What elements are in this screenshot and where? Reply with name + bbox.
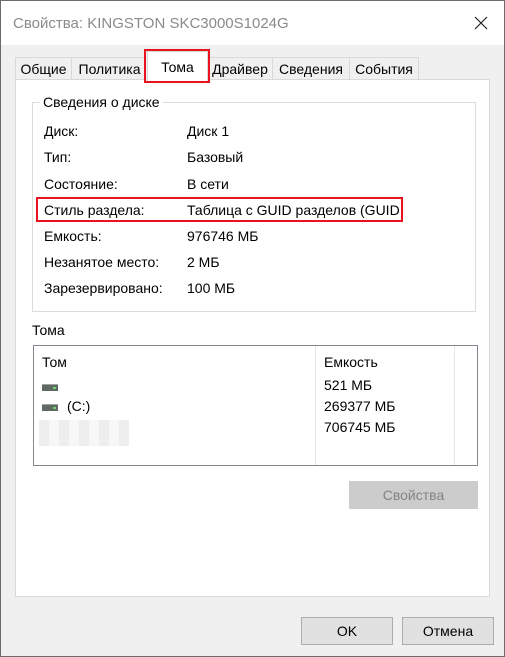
properties-dialog: Свойства: KINGSTON SKC3000S1024G Общие П… [0, 0, 505, 657]
volume-name: (C:) [67, 398, 91, 414]
partition-style-label: Стиль раздела: [44, 202, 145, 218]
type-label: Тип: [44, 149, 72, 165]
tab-details[interactable]: Сведения [272, 57, 350, 79]
capacity-value: 976746 МБ [187, 228, 259, 244]
blurred-volume-name [39, 420, 129, 446]
tab-general[interactable]: Общие [15, 57, 72, 79]
tab-label: Политика [78, 60, 141, 77]
window-title: Свойства: KINGSTON SKC3000S1024G [13, 15, 289, 32]
tab-driver[interactable]: Драйвер [207, 57, 273, 79]
column-header-volume[interactable]: Том [42, 354, 67, 370]
tab-panel-volumes: Сведения о диске Диск: Диск 1 Тип: Базов… [15, 79, 490, 597]
close-button[interactable] [458, 1, 504, 45]
disk-icon [42, 384, 58, 391]
tab-label: События [355, 60, 413, 77]
partition-style-value: Таблица с GUID разделов (GUID [187, 202, 400, 218]
tab-volumes[interactable]: Тома [147, 51, 208, 82]
volume-properties-button[interactable]: Свойства [349, 481, 478, 509]
tab-policy[interactable]: Политика [71, 57, 148, 79]
tab-label: Тома [161, 59, 194, 75]
ok-button[interactable]: OK [301, 617, 393, 645]
tab-label: Драйвер [212, 60, 268, 77]
tab-label: Общие [20, 60, 67, 77]
title-bar: Свойства: KINGSTON SKC3000S1024G [1, 1, 504, 45]
status-label: Состояние: [44, 176, 118, 192]
status-value: В сети [187, 176, 229, 192]
disk-info-title: Сведения о диске [40, 94, 163, 110]
column-divider [454, 346, 455, 465]
column-divider [315, 346, 316, 465]
disk-value: Диск 1 [187, 123, 230, 139]
unallocated-value: 2 МБ [187, 254, 220, 270]
disk-label: Диск: [44, 123, 79, 139]
cancel-button[interactable]: Отмена [402, 617, 494, 645]
tab-events[interactable]: События [349, 57, 419, 79]
column-header-capacity[interactable]: Емкость [324, 354, 378, 370]
reserved-value: 100 МБ [187, 280, 236, 296]
volume-capacity: 706745 МБ [324, 419, 396, 435]
disk-icon [42, 404, 58, 411]
tab-label: Сведения [279, 60, 343, 77]
close-icon [474, 16, 488, 30]
capacity-label: Емкость: [44, 228, 102, 244]
unallocated-label: Незанятое место: [44, 254, 160, 270]
reserved-label: Зарезервировано: [44, 280, 163, 296]
volume-capacity: 269377 МБ [324, 398, 396, 414]
volumes-list[interactable]: Том Емкость 521 МБ (C:) 269377 МБ 706745… [33, 345, 478, 466]
volume-capacity: 521 МБ [324, 377, 373, 393]
type-value: Базовый [187, 149, 244, 165]
volumes-section-title: Тома [32, 322, 65, 338]
